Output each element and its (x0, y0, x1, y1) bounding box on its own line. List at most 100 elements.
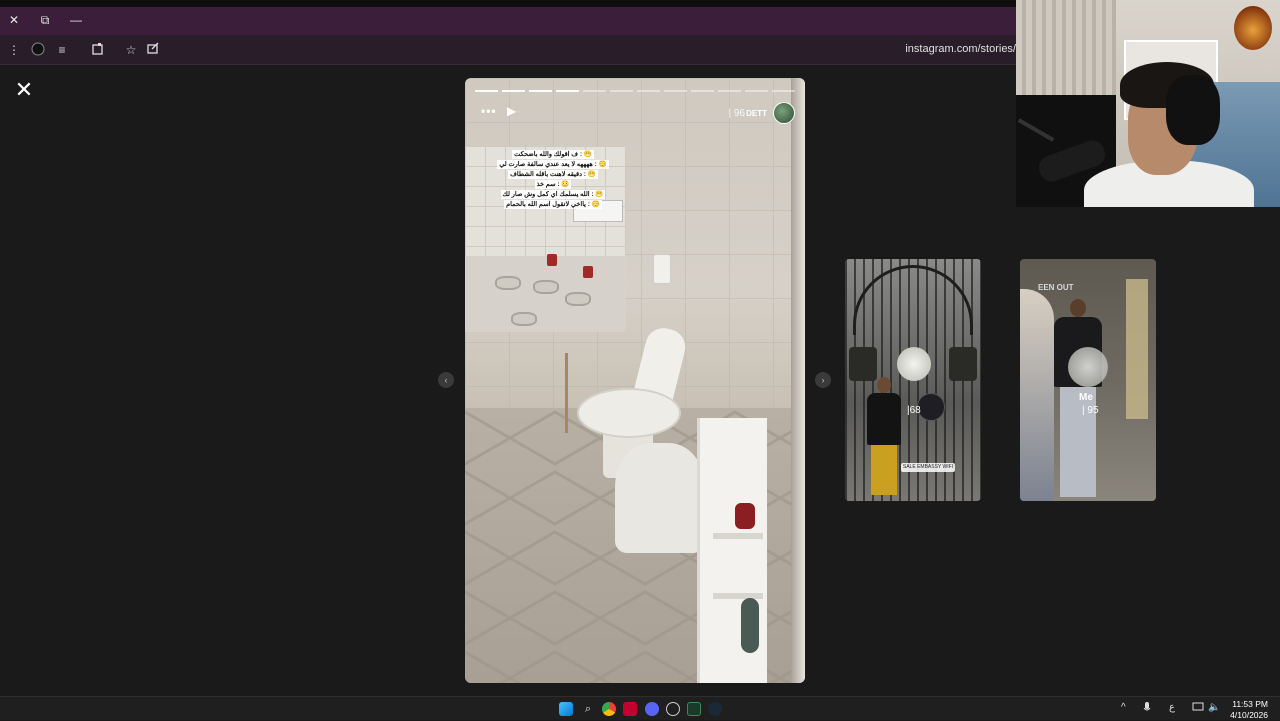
more-icon[interactable]: ••• (481, 104, 497, 118)
toilet-bowl (577, 388, 681, 438)
shelf (713, 533, 763, 539)
caption-line: 😁 : ف اقولك والله باضحكت (512, 150, 594, 159)
progress-segment (502, 90, 525, 92)
preview-view-count: | 95 (1082, 405, 1099, 416)
inset-bucket (547, 254, 557, 266)
caption-line: 😳 : يااخي لاتقول اسم الله بالحمام (504, 200, 602, 209)
windows-start-icon[interactable] (559, 702, 573, 716)
person-head (1070, 299, 1086, 317)
progress-segment (529, 90, 552, 92)
star-icon[interactable]: ☆ (123, 42, 139, 58)
window-minimize-icon[interactable]: — (68, 12, 84, 28)
progress-segment (772, 90, 795, 92)
inset-floor (465, 256, 626, 332)
play-icon[interactable]: ▶ (507, 104, 516, 118)
extensions-icon[interactable] (90, 42, 106, 58)
preview-count-value: 68 (909, 405, 921, 416)
terminal-icon[interactable] (687, 702, 701, 716)
taskbar: ⌕ ^ ع 🔈 11:53 PM 4/10/2026 (0, 696, 1280, 720)
webcam-overlay (1016, 0, 1280, 207)
lamp (897, 347, 931, 381)
progress-segment (691, 90, 714, 92)
inset-photo: 😁 : ف اقولك والله باضحكت 😳 : ههههه لا يع… (465, 146, 626, 332)
prev-arrow-icon[interactable]: ‹ (438, 372, 454, 388)
chrome-icon[interactable] (602, 702, 616, 716)
window-restore-icon[interactable]: ⧉ (37, 12, 53, 28)
progress-segment (583, 90, 606, 92)
media-control-icon[interactable]: ≡ (54, 42, 70, 58)
person-head (877, 377, 891, 393)
preview-view-count: |68 (907, 405, 921, 416)
story-avatar[interactable] (773, 102, 795, 124)
progress-segment (745, 90, 768, 92)
progress-segment (556, 90, 579, 92)
shelf (713, 593, 763, 599)
foreground-person (1020, 289, 1054, 501)
headset (1166, 75, 1220, 145)
person (1048, 299, 1108, 499)
preview-label: Me (1079, 392, 1093, 403)
door-frame (791, 78, 805, 683)
red-can (735, 503, 755, 529)
preview-sticker: SALE EMBASSY WIFI (901, 463, 955, 472)
progress-segment (610, 90, 633, 92)
input-language[interactable]: ع (1169, 702, 1175, 713)
inset-squat-toilet (533, 280, 559, 294)
preview-overlay-text: EEN OUT (1038, 283, 1074, 292)
view-count: | 96 (728, 108, 745, 119)
story-username[interactable]: DETT (746, 109, 767, 118)
caption-line: 😳 : سم خذ (534, 180, 572, 189)
progress-segment (718, 90, 741, 92)
next-story-preview[interactable]: EEN OUT Me | 95 (1020, 259, 1156, 501)
app-icon[interactable] (623, 702, 637, 716)
address-bar-url[interactable]: instagram.com/stories/ (905, 43, 1016, 55)
flush-button (653, 254, 671, 284)
curtain (1016, 0, 1116, 95)
next-arrow-icon[interactable]: › (815, 372, 831, 388)
view-count-value: 96 (733, 108, 745, 119)
story-progress (475, 90, 795, 92)
preview-avatar (917, 393, 945, 421)
preview-avatar (1068, 347, 1108, 387)
preview-count-value: 95 (1087, 405, 1099, 416)
steam-icon[interactable] (708, 702, 722, 716)
tray-overflow-icon[interactable]: ^ (1121, 702, 1126, 713)
vase (741, 598, 759, 653)
speaker-icon[interactable]: 🔈 (1208, 702, 1220, 713)
progress-segment (664, 90, 687, 92)
door (1126, 279, 1148, 419)
person-jacket (867, 393, 901, 445)
discord-icon[interactable] (645, 702, 659, 716)
caption-line: 😳 : ههههه لا يعد عندي سالفة صارت لي (497, 160, 609, 169)
story-caption: 😁 : ف اقولك والله باضحكت 😳 : ههههه لا يع… (487, 150, 619, 210)
progress-segment (637, 90, 660, 92)
system-clock[interactable]: 11:53 PM 4/10/2026 (1230, 699, 1268, 721)
profile-icon[interactable] (30, 42, 46, 58)
person-pants (1060, 387, 1096, 497)
lion-logo (1234, 6, 1272, 50)
settings-icon[interactable] (666, 702, 680, 716)
search-icon[interactable]: ⌕ (581, 702, 595, 716)
progress-segment (475, 90, 498, 92)
clock-time: 11:53 PM (1232, 699, 1268, 709)
menu-icon[interactable]: ⋮ (6, 42, 22, 58)
clock-date: 4/10/2026 (1230, 710, 1268, 720)
wifi-icon[interactable] (1192, 702, 1204, 715)
next-story-preview[interactable]: |68 SALE EMBASSY WIFI (845, 259, 981, 501)
emblem (849, 347, 877, 381)
close-icon[interactable]: ✕ (14, 79, 34, 101)
caption-line: 😁 : الله يسلمك اي كمل وش صار لك (500, 190, 606, 199)
share-icon[interactable] (145, 42, 161, 58)
inset-squat-toilet (495, 276, 521, 290)
emblem (949, 347, 977, 381)
inset-squat-toilet (511, 312, 537, 326)
person (867, 377, 901, 497)
bidet (615, 443, 705, 553)
inset-bucket (583, 266, 593, 278)
caption-line: 😁 : دقيقه لاهنت باقله الشطاف (508, 170, 598, 179)
active-story[interactable]: ••• ▶ | 96 DETT 😁 : ف اقولك والله باضحكت… (465, 78, 805, 683)
mic-icon[interactable] (1143, 702, 1151, 717)
inset-squat-toilet (565, 292, 591, 306)
window-close-icon[interactable]: ✕ (6, 12, 22, 28)
person-pants (871, 445, 897, 495)
